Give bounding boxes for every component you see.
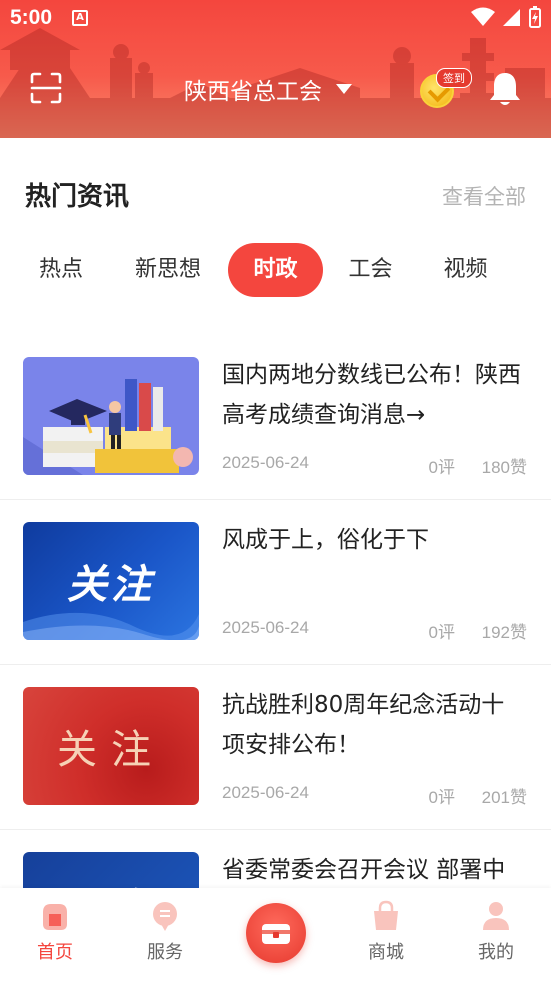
news-comments: 0评: [428, 458, 455, 477]
wifi-icon: [471, 7, 495, 26]
category-tabs: 热点 新思想 时政 工会 视频: [14, 243, 513, 297]
news-likes: 201赞: [481, 788, 527, 807]
wallet-icon: [262, 924, 290, 944]
dropdown-arrow-icon: [336, 84, 352, 94]
news-title: 国内两地分数线已公布！陕西高考成绩查询消息→: [222, 362, 521, 428]
news-list: 国内两地分数线已公布！陕西高考成绩查询消息→ 2025-06-24 0评 180…: [0, 335, 551, 888]
home-icon: [43, 904, 67, 930]
status-time: 5:00: [10, 6, 53, 29]
nav-label: 我的: [478, 942, 514, 963]
bottom-nav: 首页 服务 商城 我的: [0, 888, 551, 981]
news-item[interactable]: 关注 风成于上，俗化于下 2025-06-24 0评 192赞: [0, 500, 551, 665]
thumb-caption: 关注: [67, 562, 155, 608]
tab-politics[interactable]: 时政: [228, 243, 323, 297]
news-likes: 180赞: [481, 458, 527, 477]
bell-icon[interactable]: [487, 70, 523, 108]
news-date: 2025-06-24: [222, 453, 309, 472]
news-date: 2025-06-24: [222, 783, 309, 802]
view-all-link[interactable]: 查看全部: [442, 181, 526, 211]
nav-shop[interactable]: 商城: [331, 888, 441, 981]
news-meta: 2025-06-24 0评 192赞: [222, 618, 527, 642]
news-thumbnail: 关注: [23, 522, 199, 640]
checkin-badge: 签到: [436, 68, 472, 88]
news-item[interactable]: 关注 抗战胜利80周年纪念活动十项安排公布！ 2025-06-24 0评 201…: [0, 665, 551, 830]
news-likes: 192赞: [481, 623, 527, 642]
status-bar: 5:00 A: [0, 0, 551, 36]
thumb-caption: 时政: [23, 876, 199, 888]
news-meta: 2025-06-24 0评 201赞: [222, 783, 527, 807]
news-comments: 0评: [428, 623, 455, 642]
status-icons: [471, 6, 541, 28]
news-date: 2025-06-24: [222, 618, 309, 637]
tab-video[interactable]: 视频: [418, 243, 513, 297]
news-meta: 2025-06-24 0评 180赞: [222, 453, 527, 477]
section-title: 热门资讯: [25, 182, 130, 212]
checkin-button[interactable]: 签到: [420, 68, 474, 110]
nav-label: 商城: [368, 942, 404, 963]
shop-bag-icon: [374, 900, 398, 930]
scan-icon[interactable]: [30, 72, 62, 104]
profile-icon: [483, 902, 509, 930]
nav-label: 首页: [37, 942, 73, 963]
news-title: 抗战胜利80周年纪念活动十项安排公布！: [222, 692, 505, 758]
tab-new-thought[interactable]: 新思想: [108, 243, 228, 297]
notification-a-icon: A: [72, 10, 88, 26]
header-banner: 5:00 A 陕西省总工会 签到: [0, 0, 551, 138]
nav-home[interactable]: 首页: [0, 888, 110, 981]
news-item[interactable]: 国内两地分数线已公布！陕西高考成绩查询消息→ 2025-06-24 0评 180…: [0, 335, 551, 500]
news-thumbnail: 关注: [23, 687, 199, 805]
nav-service[interactable]: 服务: [110, 888, 220, 981]
service-icon: [153, 902, 177, 931]
wallet-button[interactable]: [246, 903, 306, 963]
news-item[interactable]: 时政 省委常委会召开会议 部署中: [0, 830, 551, 888]
news-thumbnail: [23, 357, 199, 475]
battery-icon: [529, 6, 541, 28]
graduation-illustration: [23, 357, 199, 475]
tab-union[interactable]: 工会: [323, 243, 418, 297]
nav-label: 服务: [147, 942, 183, 963]
nav-profile[interactable]: 我的: [441, 888, 551, 981]
tab-hot[interactable]: 热点: [14, 243, 108, 297]
org-name: 陕西省总工会: [184, 79, 322, 105]
org-selector[interactable]: 陕西省总工会: [184, 72, 352, 106]
signal-icon: [503, 9, 520, 26]
news-comments: 0评: [428, 788, 455, 807]
news-title: 风成于上，俗化于下: [222, 527, 429, 553]
news-thumbnail: 时政: [23, 852, 199, 888]
thumb-caption: 关注: [57, 727, 165, 773]
news-title: 省委常委会召开会议 部署中: [222, 857, 506, 883]
